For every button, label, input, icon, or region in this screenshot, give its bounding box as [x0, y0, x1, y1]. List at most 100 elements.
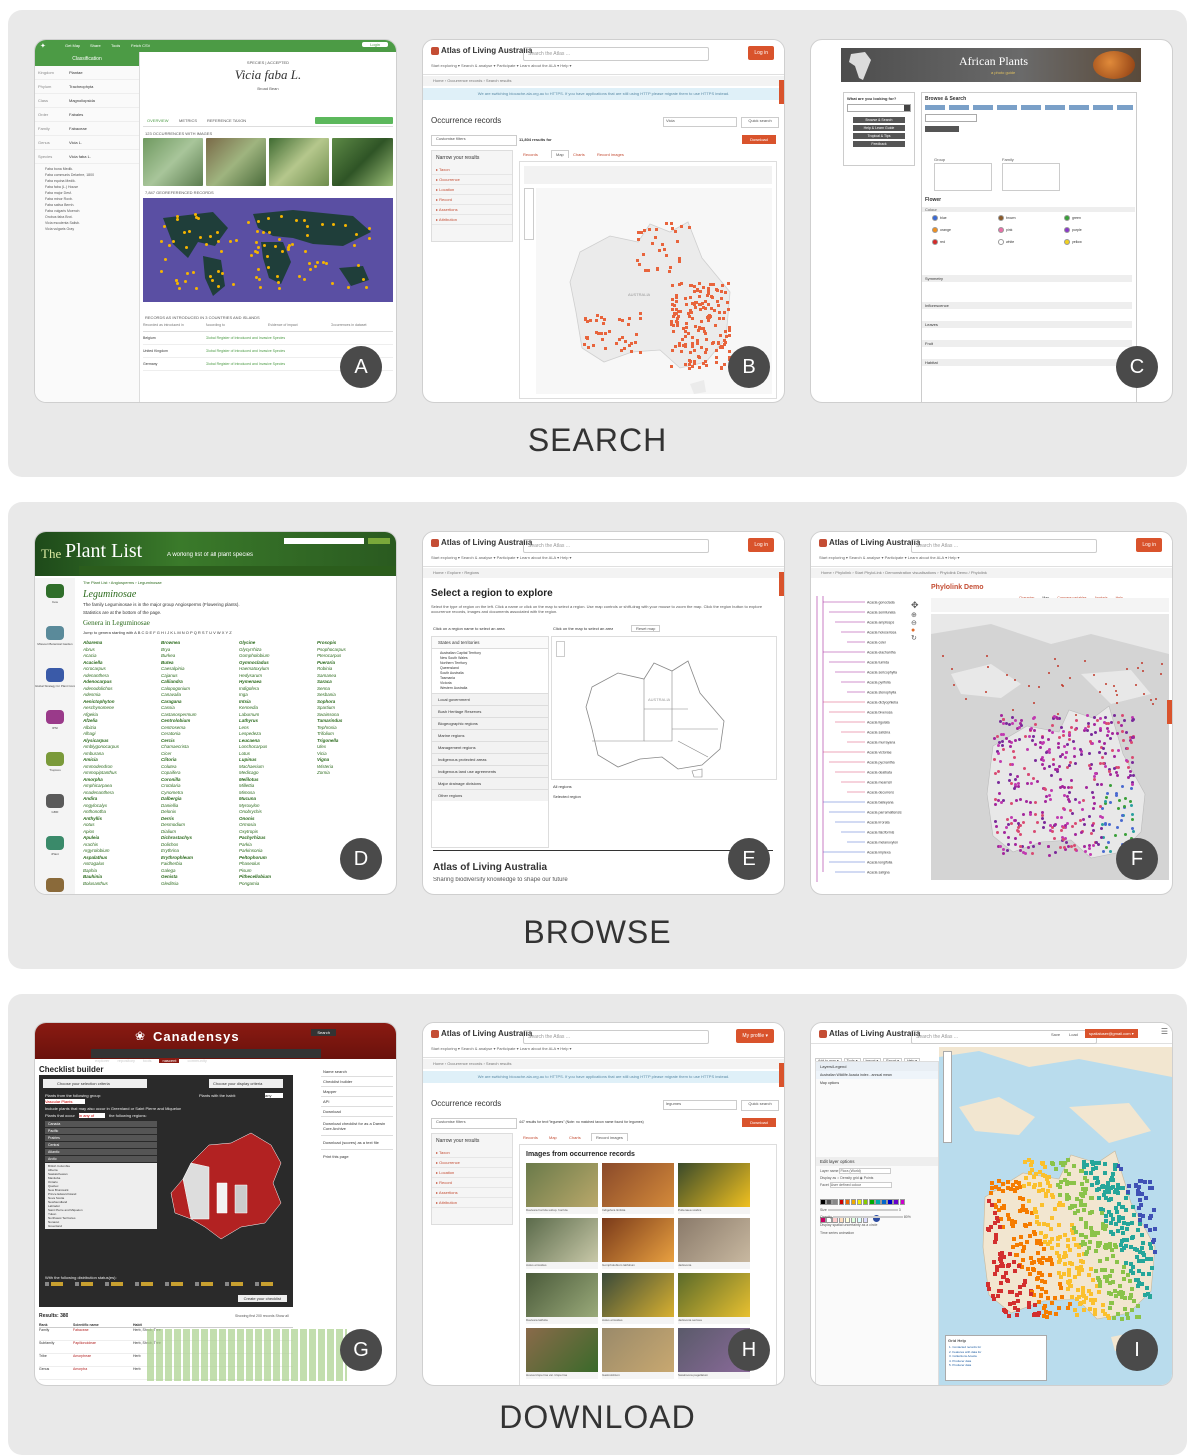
image-card[interactable]: Hovea trisperma var. trisperma — [526, 1328, 598, 1380]
image-card[interactable]: Jacksonia sericea — [678, 1273, 750, 1325]
ala-logo[interactable]: Atlas of Living Australia — [431, 1029, 532, 1038]
nav-button[interactable]: Feedback — [853, 141, 905, 147]
login-button[interactable]: Log in — [1136, 538, 1162, 552]
record-photo[interactable] — [526, 1163, 598, 1207]
habit-select[interactable]: any — [265, 1093, 283, 1098]
image-card[interactable]: Gastrolobium — [602, 1328, 674, 1380]
facet-item[interactable]: ▸ Attribution — [432, 215, 512, 225]
facet-item[interactable]: ▸ Assertions — [432, 205, 512, 215]
zoom-controls[interactable] — [556, 641, 565, 657]
feedback-tab[interactable] — [779, 1063, 784, 1087]
rank-row[interactable]: Class Magnoliopsida — [35, 94, 139, 108]
facet-item[interactable]: ▸ Record — [432, 195, 512, 205]
search-input[interactable]: Search the Atlas ... — [911, 539, 1097, 553]
plant-photo[interactable] — [143, 138, 203, 186]
tree-label[interactable]: Acacia melanoxylon — [867, 841, 898, 845]
toolbar-item[interactable]: Get Map — [65, 43, 80, 48]
quick-search-button[interactable]: Quick search — [741, 117, 779, 128]
side-link[interactable]: Mapper — [321, 1087, 393, 1097]
plant-photo[interactable] — [269, 138, 329, 186]
source-link[interactable]: Global Register of Introduced and Invasi… — [206, 332, 331, 344]
region-checkbox[interactable]: Arctic — [45, 1156, 157, 1162]
tree-label[interactable]: Acacia semilunata — [867, 611, 895, 615]
step-display[interactable]: Choose your display criteria — [209, 1079, 283, 1088]
side-link[interactable]: Name search — [321, 1067, 393, 1077]
main-nav[interactable]: Start exploring ▾ Search & analyse ▾ Par… — [431, 1046, 572, 1051]
colour-swatch[interactable] — [856, 1199, 863, 1205]
genus-link[interactable]: Zornia — [317, 770, 393, 777]
side-link[interactable]: API — [321, 1097, 393, 1107]
partner-logo[interactable]: IPNI — [35, 710, 75, 746]
colour-option[interactable]: orange — [932, 227, 951, 233]
nav-link[interactable]: explorer — [95, 1058, 109, 1063]
record-photo[interactable] — [602, 1163, 674, 1207]
facet-item[interactable]: ▸ Occurrence — [432, 1158, 512, 1168]
occurrence-map[interactable] — [143, 198, 393, 302]
colour-option[interactable]: yellow — [1064, 239, 1082, 245]
tree-label[interactable]: Acacia murrayana — [867, 741, 895, 745]
search-button[interactable]: Search — [311, 1029, 336, 1036]
group-open[interactable]: States and territories — [432, 637, 548, 649]
image-card[interactable]: Daviesia horrida subsp. horrida — [526, 1163, 598, 1215]
distribution-options[interactable] — [45, 1282, 281, 1286]
tree-label[interactable]: Acacia saligna — [867, 871, 890, 875]
group-list[interactable] — [934, 163, 992, 191]
image-card[interactable]: Daviesia latifolia — [526, 1273, 598, 1325]
zoom-out-icon[interactable]: ⊖ — [911, 619, 921, 627]
partner-logo[interactable]: Tropicos — [35, 752, 75, 788]
partner-logo[interactable]: Missouri Botanical Garden — [35, 626, 75, 662]
region-checkbox[interactable]: Canada — [45, 1121, 157, 1127]
include-checkbox[interactable]: Include plants that may also occur in Gr… — [45, 1106, 181, 1111]
download-archive-link[interactable]: Download checklist for as a Darwin Core … — [321, 1117, 393, 1136]
region-group[interactable]: Bush Heritage Reserves — [432, 705, 548, 717]
move-icon[interactable]: ✥ — [911, 600, 921, 611]
rank-row[interactable]: Species Vicia faba L. — [35, 150, 139, 164]
rank-value[interactable]: Plantae — [69, 70, 83, 75]
tree-label[interactable]: Acacia irrorata — [867, 821, 890, 825]
ala-logo[interactable]: Atlas of Living Australia — [819, 538, 920, 547]
search-input[interactable]: Search the Atlas ... — [523, 1030, 709, 1044]
record-photo[interactable] — [526, 1273, 598, 1317]
tree-tools[interactable]: ✥ ⊕ ⊖ ● ↻ — [911, 600, 921, 680]
region-group[interactable]: Marine regions — [432, 729, 548, 741]
colour-swatch[interactable] — [820, 1199, 826, 1205]
download-button[interactable]: Download — [742, 1118, 776, 1127]
palette-icon[interactable]: ● — [911, 627, 921, 634]
image-card[interactable]: Aotus ericoides — [602, 1273, 674, 1325]
tree-label[interactable]: Acacia mearnsii — [867, 781, 892, 785]
rank-value[interactable]: Magnoliopsida — [69, 98, 95, 103]
tree-label[interactable]: Acacia pycnantha — [867, 761, 895, 765]
toolbar-item[interactable]: Share — [90, 43, 101, 48]
region-checkbox[interactable]: Atlantic — [45, 1149, 157, 1155]
radio-map-click[interactable]: Click on the map to select an area — [553, 626, 613, 631]
colour-swatch[interactable] — [869, 1199, 875, 1205]
tree-label[interactable]: Acacia implexa — [867, 851, 891, 855]
toolbar-item[interactable]: Fetch CSV — [131, 43, 150, 48]
genus-link[interactable]: Bolusanthus — [83, 881, 159, 888]
nav-button[interactable]: Tropical & Tips — [853, 133, 905, 139]
partner-logo[interactable]: CBD — [35, 878, 75, 894]
display-density[interactable]: Density grid — [840, 1176, 858, 1180]
source-link[interactable]: Global Register of Introduced and Invasi… — [206, 358, 331, 370]
size-slider[interactable] — [827, 1209, 898, 1212]
nav-button[interactable]: Browse & Search — [853, 117, 905, 123]
tree-label[interactable]: Acacia victoriae — [867, 751, 892, 755]
profile-button[interactable]: My profile ▾ — [736, 1029, 774, 1043]
tree-label[interactable]: Acacia dictyophleba — [867, 701, 898, 705]
facet-item[interactable]: ▸ Taxon — [432, 165, 512, 175]
colour-swatch[interactable] — [844, 1199, 851, 1205]
tab-map[interactable]: Map — [551, 150, 569, 158]
layer-name-input[interactable]: Flora (World) — [839, 1168, 892, 1174]
nav-button[interactable]: Help & Learn Guide — [853, 125, 905, 131]
tree-label[interactable]: Acacia dealbata — [867, 771, 892, 775]
taxon-link[interactable]: Fabaceae — [73, 1328, 133, 1340]
rank-value[interactable]: Fabales — [69, 112, 83, 117]
colour-swatch[interactable] — [826, 1199, 832, 1205]
record-photo[interactable] — [678, 1218, 750, 1262]
user-menu[interactable]: spatialuser@gmail.com ▾ — [1085, 1029, 1138, 1038]
colour-option[interactable]: pink — [998, 227, 1012, 233]
region-group[interactable]: Other regions — [432, 789, 548, 801]
region-group[interactable]: Biogeographic regions — [432, 717, 548, 729]
facet-item[interactable]: ▸ Record — [432, 1178, 512, 1188]
tab-reference[interactable]: REFERENCE TAXON — [207, 118, 246, 123]
